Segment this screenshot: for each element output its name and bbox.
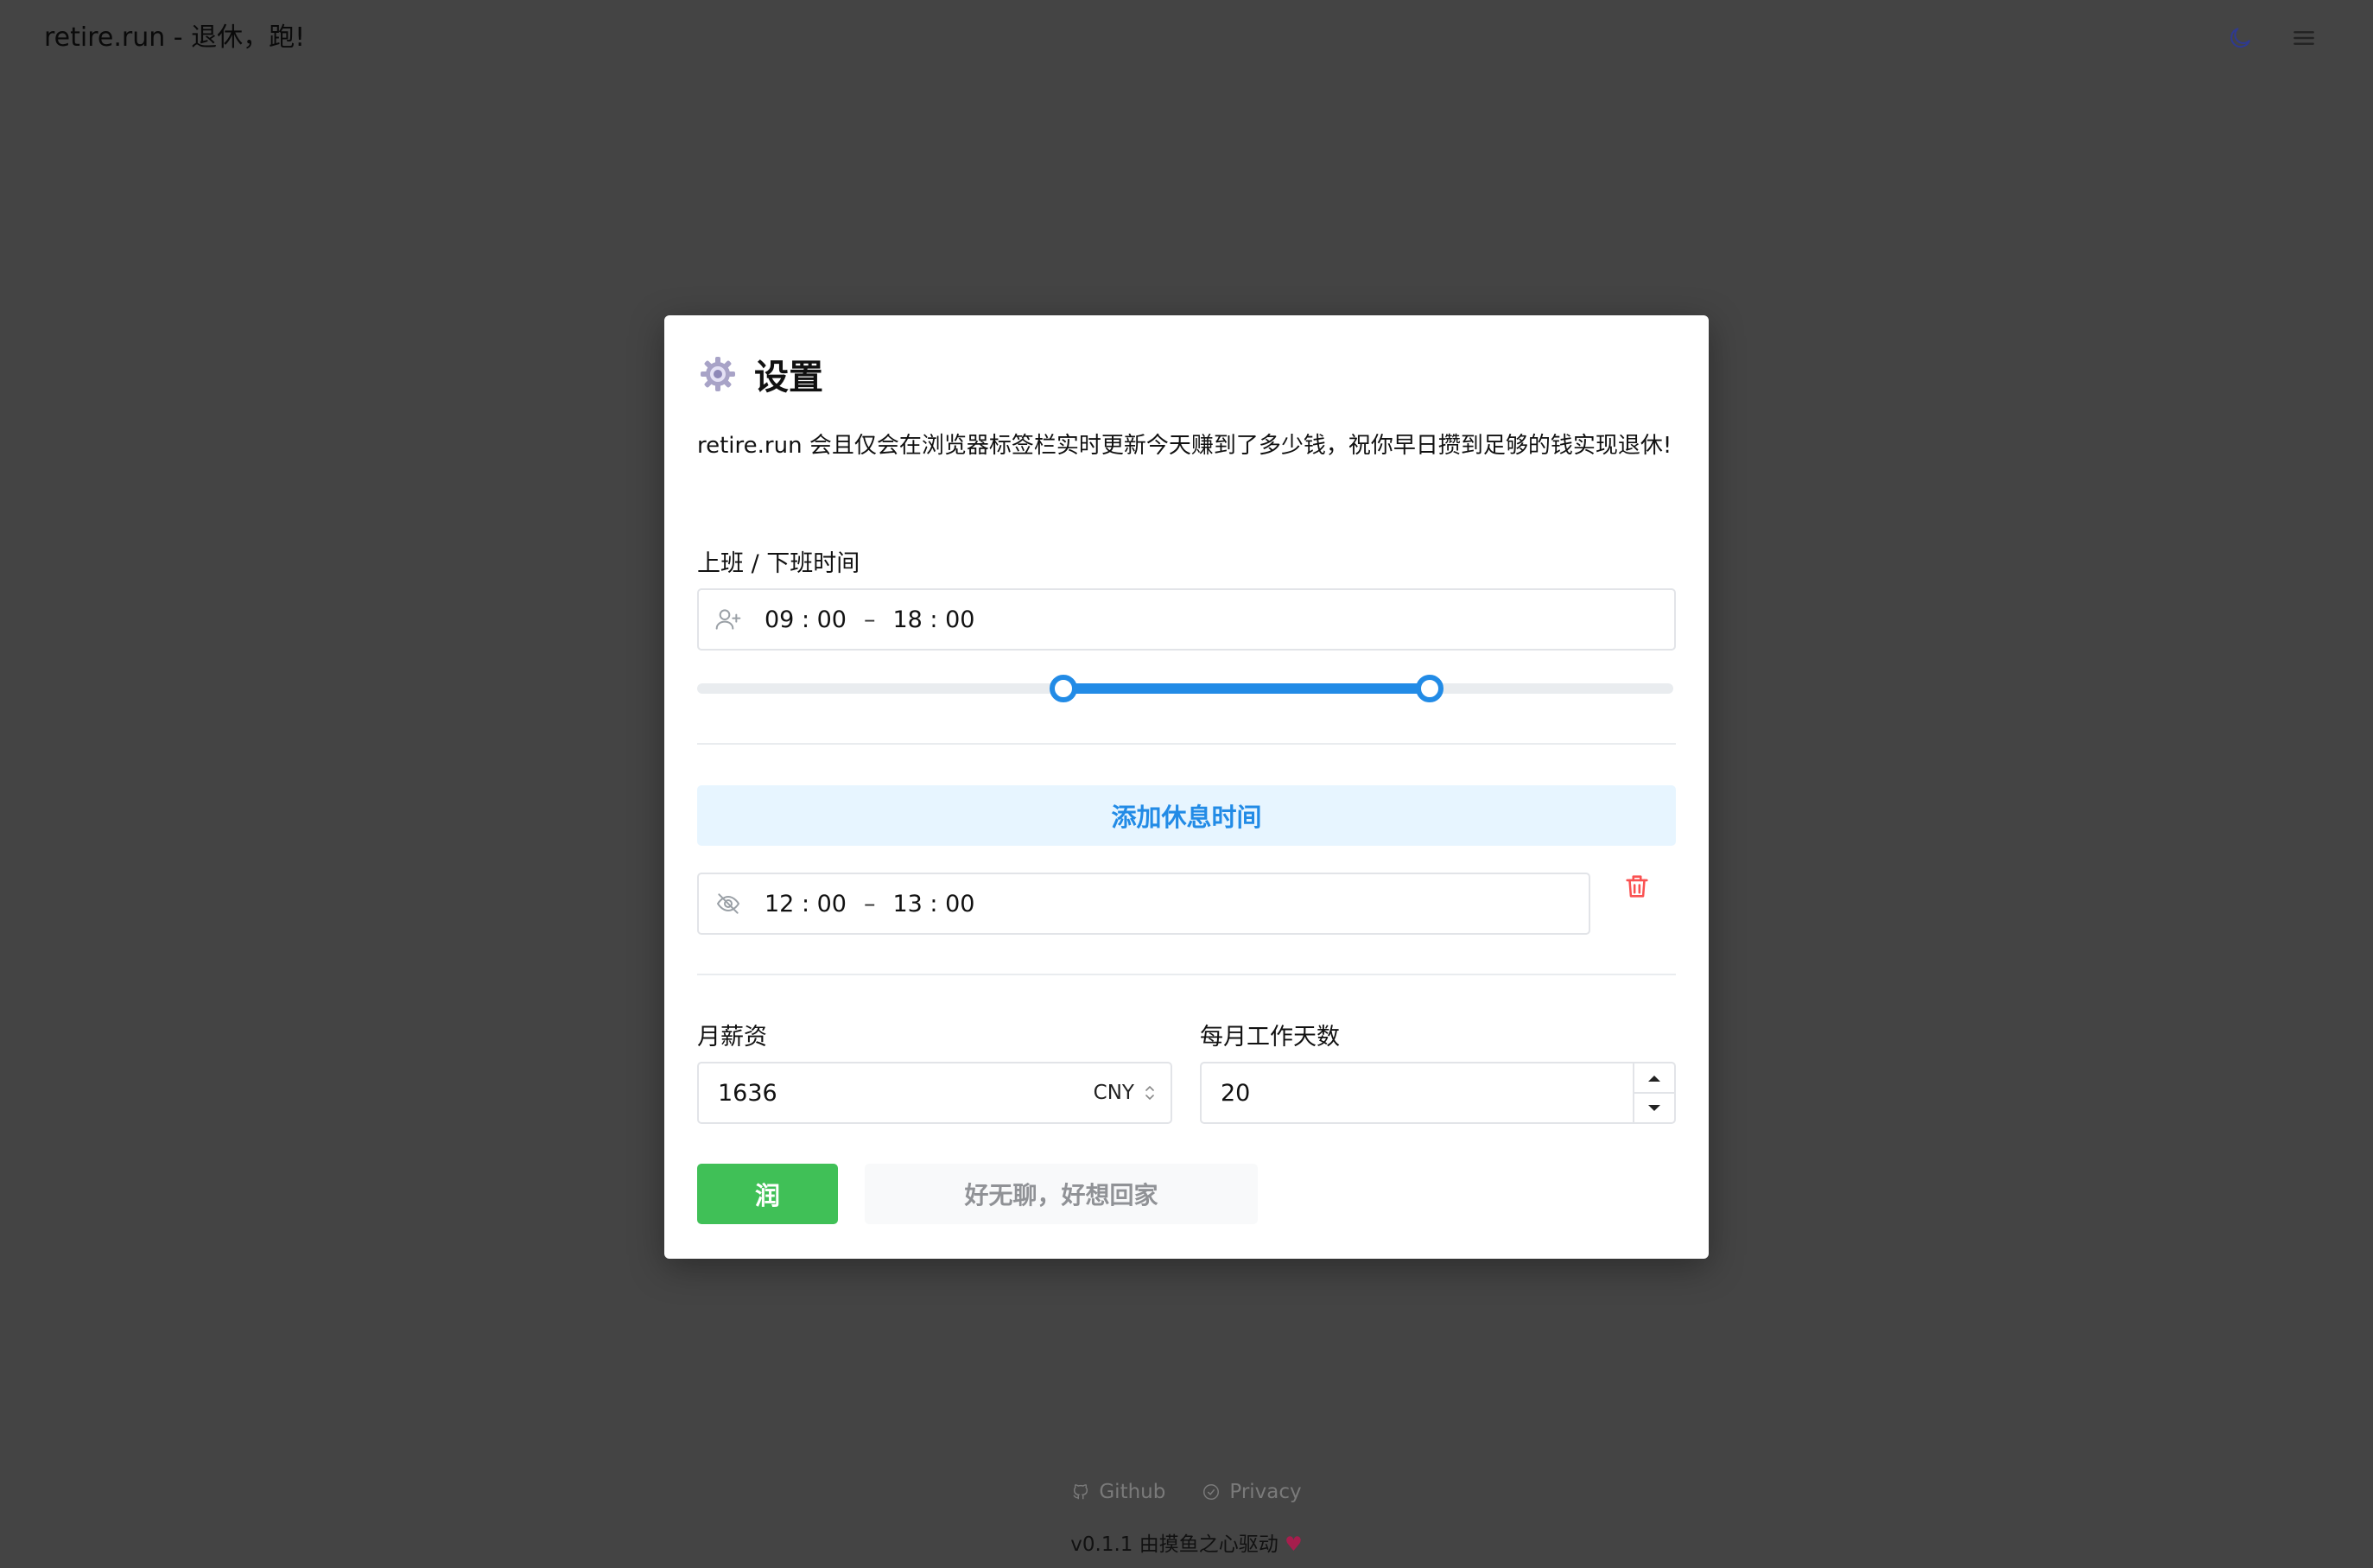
run-button[interactable]: 润 xyxy=(697,1164,838,1224)
salary-field[interactable]: CNY xyxy=(697,1062,1172,1124)
divider xyxy=(697,974,1676,975)
salary-label: 月薪资 xyxy=(697,1024,767,1051)
heart-icon: ♥ xyxy=(1285,1533,1303,1556)
caret-down-icon xyxy=(1648,1104,1660,1111)
work-days-field[interactable] xyxy=(1200,1062,1676,1124)
app-title: retire.run - 退休，跑! xyxy=(44,22,306,53)
work-days-input[interactable] xyxy=(1202,1063,1633,1122)
time-separator: – xyxy=(863,606,876,633)
github-icon xyxy=(1073,1484,1088,1500)
work-days-label: 每月工作天数 xyxy=(1200,1024,1340,1051)
modal-header: 设置 xyxy=(697,350,823,398)
stepper-increment-button[interactable] xyxy=(1634,1063,1674,1094)
github-label: Github xyxy=(1099,1481,1166,1503)
work-hours-label: 上班 / 下班时间 xyxy=(697,550,860,577)
work-hours-slider-range xyxy=(1063,683,1430,694)
break-start-time[interactable]: 12 : 00 xyxy=(765,891,847,917)
gear-icon xyxy=(701,357,735,391)
work-end-time[interactable]: 18 : 00 xyxy=(892,606,974,633)
version-note: v0.1.1 由摸鱼之心驱动 xyxy=(1070,1533,1279,1556)
bored-go-home-button[interactable]: 好无聊，好想回家 xyxy=(865,1164,1258,1224)
slider-thumb-end[interactable] xyxy=(1415,675,1443,702)
moon-icon[interactable] xyxy=(2223,21,2257,55)
add-break-button[interactable]: 添加休息时间 xyxy=(697,785,1676,846)
break-end-time[interactable]: 13 : 00 xyxy=(892,891,974,917)
privacy-link[interactable]: Privacy xyxy=(1202,1481,1302,1503)
trash-icon[interactable] xyxy=(1619,868,1655,905)
top-bar: retire.run - 退休，跑! xyxy=(0,0,2373,76)
work-days-stepper xyxy=(1633,1063,1674,1122)
time-separator: – xyxy=(863,890,876,917)
footer-links: Github Privacy xyxy=(0,1481,2373,1503)
footer-note: v0.1.1 由摸鱼之心驱动 ♥ xyxy=(0,1527,2373,1557)
divider xyxy=(697,743,1676,745)
user-plus-icon xyxy=(713,604,744,635)
work-start-time[interactable]: 09 : 00 xyxy=(765,606,847,633)
slider-thumb-start[interactable] xyxy=(1049,675,1077,702)
chevron-up-down-icon[interactable] xyxy=(1143,1083,1157,1102)
stepper-decrement-button[interactable] xyxy=(1634,1094,1674,1122)
settings-description: retire.run 会且仅会在浏览器标签栏实时更新今天赚到了多少钱，祝你早日攒… xyxy=(697,433,1672,459)
check-circle-icon xyxy=(1203,1484,1220,1500)
caret-up-icon xyxy=(1648,1075,1660,1082)
settings-modal: 设置 retire.run 会且仅会在浏览器标签栏实时更新今天赚到了多少钱，祝你… xyxy=(664,315,1709,1259)
modal-title: 设置 xyxy=(754,358,823,397)
break-period-field[interactable]: 12 : 00 – 13 : 00 xyxy=(697,873,1590,935)
work-hours-field[interactable]: 09 : 00 – 18 : 00 xyxy=(697,588,1676,651)
currency-select[interactable]: CNY xyxy=(1094,1082,1134,1104)
salary-input[interactable] xyxy=(699,1063,1094,1122)
eye-off-icon xyxy=(713,888,744,919)
hamburger-menu-icon[interactable] xyxy=(2287,21,2321,55)
github-link[interactable]: Github xyxy=(1071,1481,1165,1503)
privacy-label: Privacy xyxy=(1229,1481,1302,1503)
